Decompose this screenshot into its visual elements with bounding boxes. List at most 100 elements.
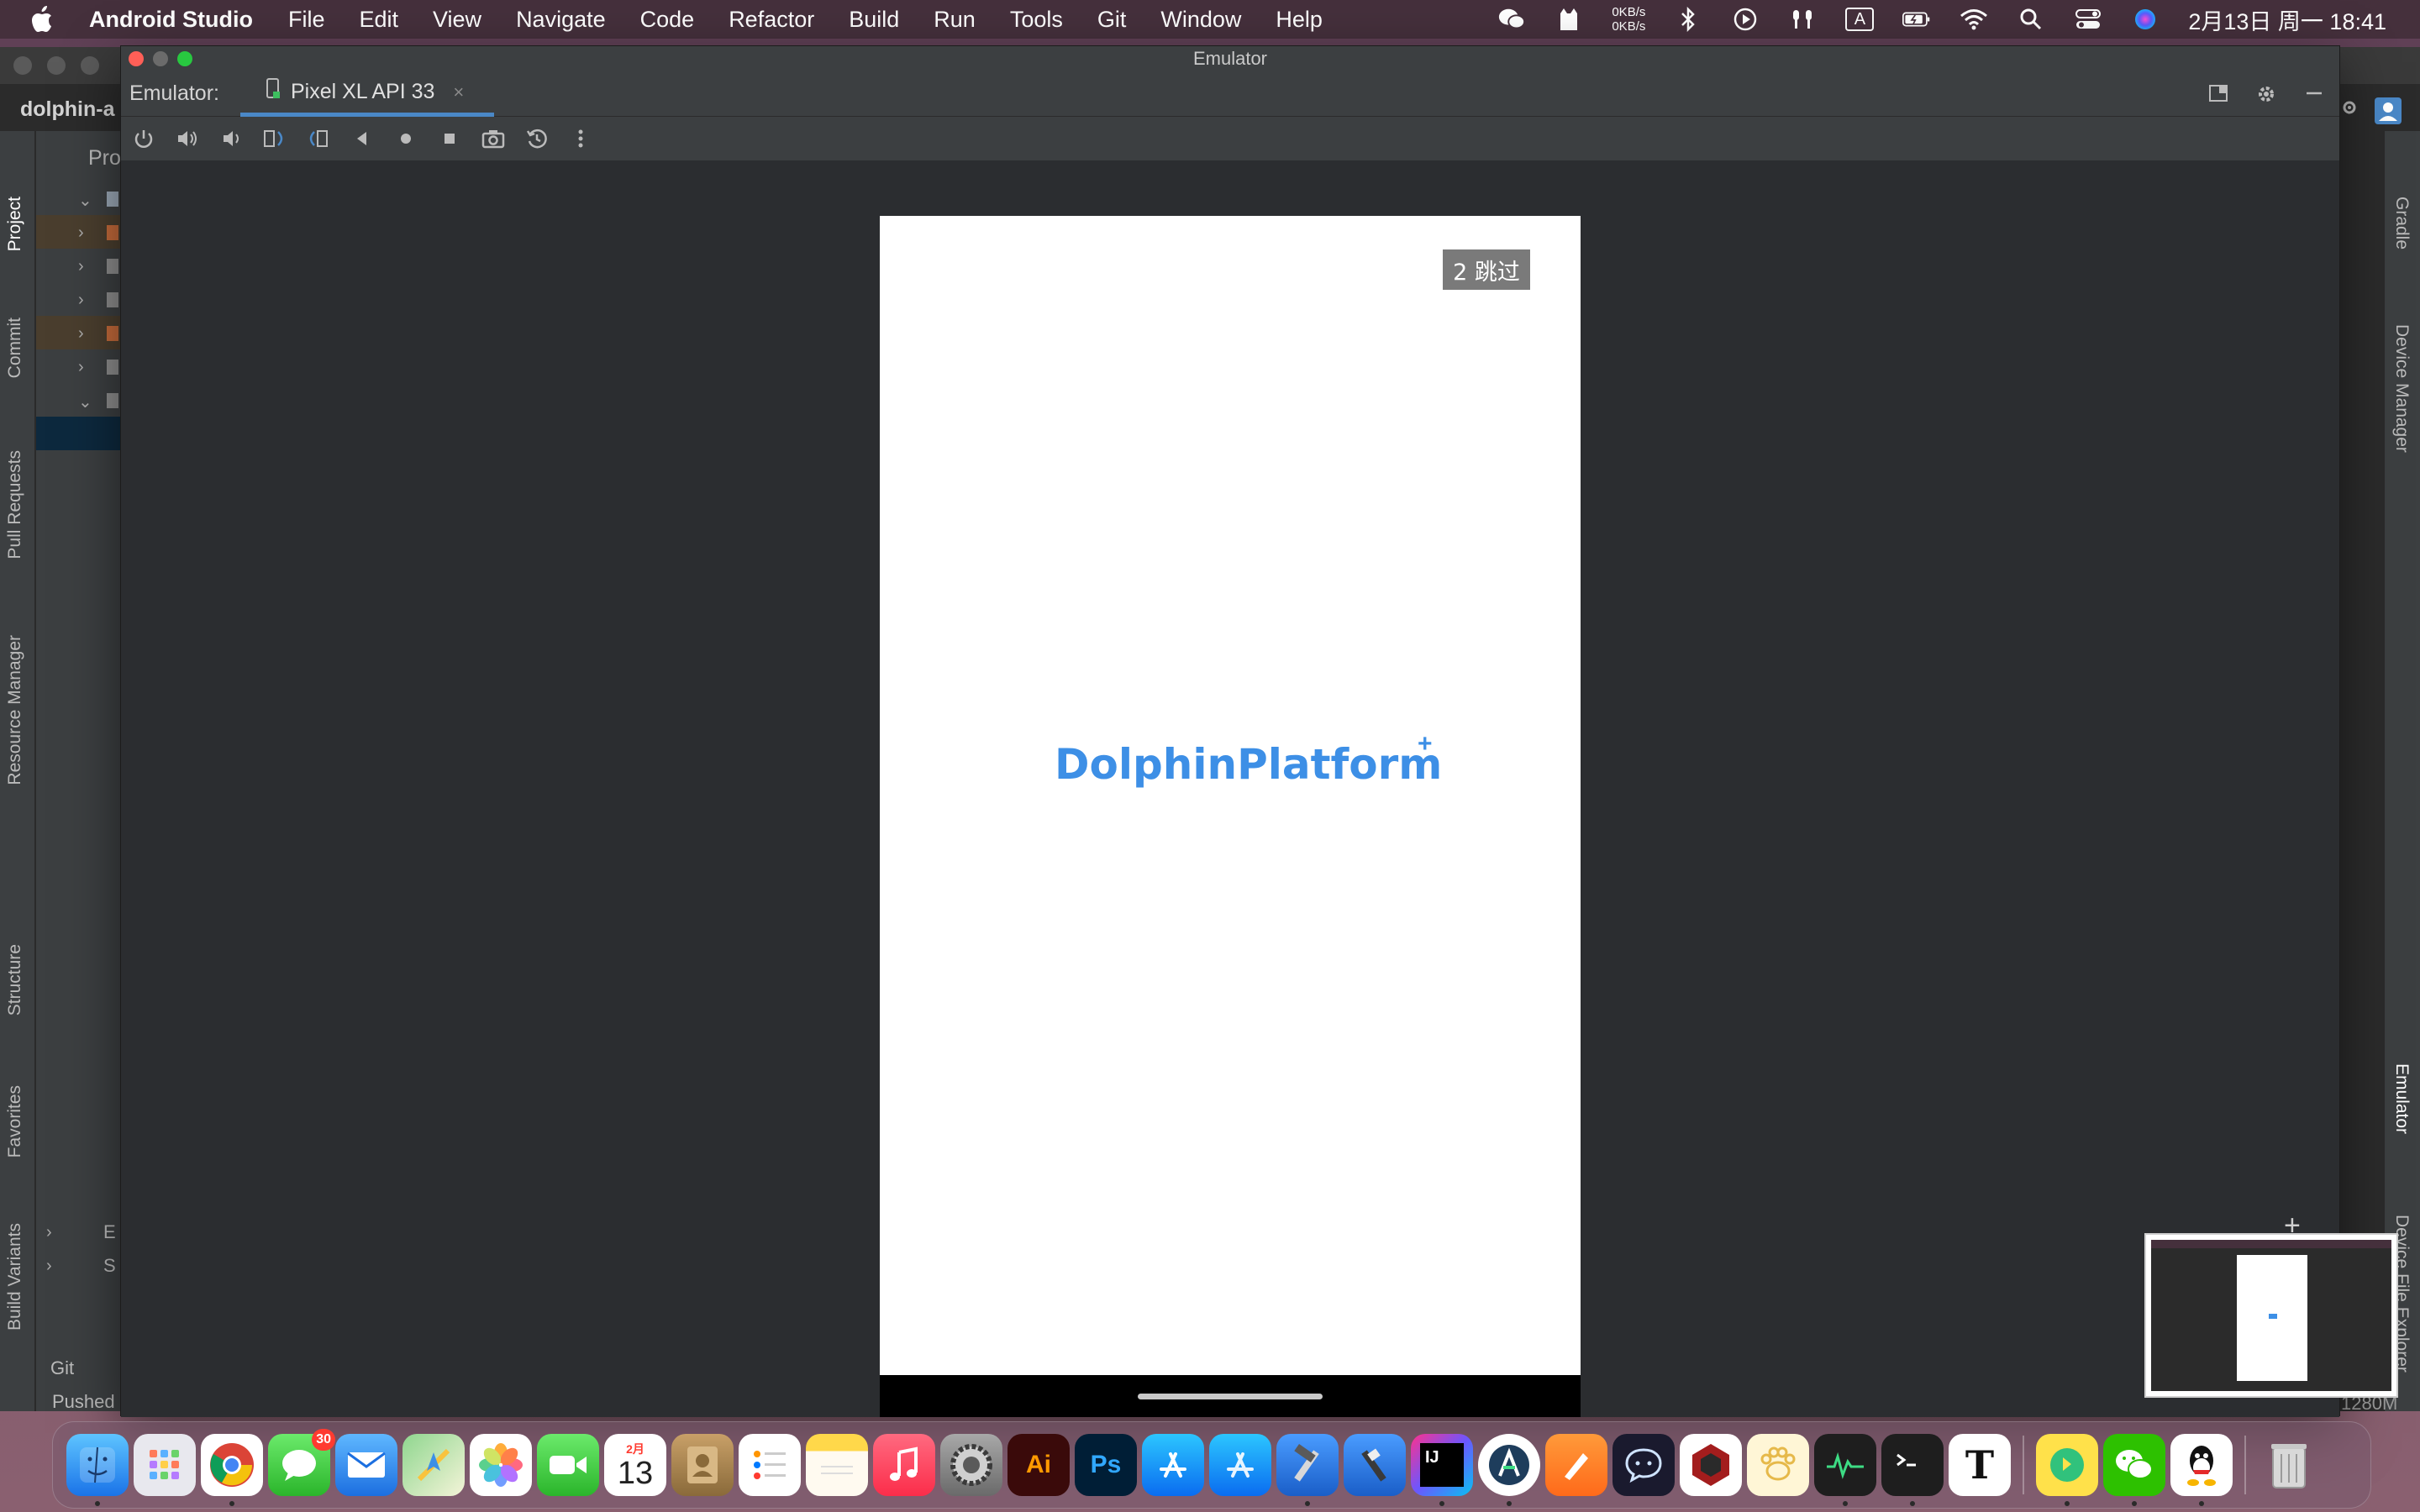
- tool-tab-device-manager[interactable]: Device Manager: [2391, 324, 2412, 453]
- cat-status-icon[interactable]: [1555, 7, 1583, 32]
- project-panel-header[interactable]: Pro: [88, 146, 121, 171]
- home-indicator[interactable]: [1138, 1394, 1323, 1399]
- git-status-tab[interactable]: Git: [50, 1357, 74, 1379]
- trash-icon[interactable]: [2258, 1434, 2320, 1496]
- contacts-icon[interactable]: [671, 1434, 734, 1496]
- tool-tab-build-variants[interactable]: Build Variants: [5, 1223, 25, 1331]
- play-circle-icon[interactable]: [1731, 7, 1760, 32]
- wechat-icon[interactable]: [2103, 1434, 2165, 1506]
- bluetooth-icon[interactable]: [1674, 7, 1702, 32]
- menu-code[interactable]: Code: [640, 7, 695, 33]
- overview-icon[interactable]: [435, 124, 464, 153]
- testflight-icon[interactable]: [1209, 1434, 1271, 1496]
- splash-skip-button[interactable]: 2 跳过: [1443, 249, 1530, 290]
- menu-build[interactable]: Build: [849, 7, 899, 33]
- activity-monitor-icon[interactable]: [1814, 1434, 1876, 1506]
- ide-close-button[interactable]: [13, 56, 32, 75]
- mail-icon[interactable]: [335, 1434, 397, 1496]
- volume-up-icon[interactable]: [173, 124, 202, 153]
- snapshot-history-icon[interactable]: [523, 124, 551, 153]
- apple-menu-icon[interactable]: [30, 5, 55, 34]
- tree-row[interactable]: ⌄: [36, 383, 120, 417]
- tree-row[interactable]: › E: [36, 1215, 120, 1248]
- back-icon[interactable]: [348, 124, 376, 153]
- tool-tab-emulator[interactable]: Emulator: [2391, 1063, 2412, 1134]
- tree-row-selected[interactable]: [36, 417, 120, 450]
- screenshot-camera-icon[interactable]: [479, 124, 508, 153]
- tool-tab-resource-manager[interactable]: Resource Manager: [5, 635, 25, 785]
- xcode-icon[interactable]: [1276, 1434, 1339, 1506]
- menu-refactor[interactable]: Refactor: [729, 7, 814, 33]
- spotlight-search-icon[interactable]: [2017, 7, 2045, 32]
- more-options-icon[interactable]: [566, 124, 595, 153]
- zoom-window-button[interactable]: [177, 51, 192, 66]
- screenshot-thumbnail-preview[interactable]: [2144, 1233, 2398, 1398]
- ide-minimize-button[interactable]: [47, 56, 66, 75]
- tool-tab-pull-requests[interactable]: Pull Requests: [5, 450, 25, 559]
- terminal-icon[interactable]: [1881, 1434, 1944, 1506]
- finder-icon[interactable]: [66, 1434, 129, 1506]
- tool-tab-gradle[interactable]: Gradle: [2391, 197, 2412, 249]
- adobe-photoshop-icon[interactable]: Ps: [1075, 1434, 1137, 1496]
- chat-bubble-app-icon[interactable]: [1612, 1434, 1675, 1496]
- home-icon[interactable]: [392, 124, 420, 153]
- android-studio-icon[interactable]: [1478, 1434, 1540, 1506]
- settings-gear-icon[interactable]: [2255, 83, 2277, 109]
- reminders-icon[interactable]: [739, 1434, 801, 1496]
- account-icon[interactable]: [2375, 97, 2402, 129]
- menu-window[interactable]: Window: [1160, 7, 1241, 33]
- siri-icon[interactable]: [2131, 7, 2160, 32]
- tree-row[interactable]: › S: [36, 1248, 120, 1282]
- minimize-window-button[interactable]: [153, 51, 168, 66]
- notes-icon[interactable]: [806, 1434, 868, 1496]
- adobe-illustrator-icon[interactable]: Ai: [1007, 1434, 1070, 1496]
- wechat-status-icon[interactable]: [1497, 7, 1526, 32]
- messages-icon[interactable]: 30: [268, 1429, 335, 1496]
- menu-git[interactable]: Git: [1097, 7, 1127, 33]
- device-screen[interactable]: 2 跳过 DolphinPlatform +: [880, 216, 1581, 1417]
- menu-tools[interactable]: Tools: [1010, 7, 1063, 33]
- close-tab-icon[interactable]: ×: [453, 81, 464, 103]
- paw-app-icon[interactable]: [1747, 1434, 1809, 1496]
- power-icon[interactable]: [129, 124, 158, 153]
- tool-tab-favorites[interactable]: Favorites: [5, 1085, 25, 1158]
- active-app-name[interactable]: Android Studio: [89, 7, 253, 33]
- tree-row[interactable]: ⌄: [36, 181, 120, 215]
- menu-edit[interactable]: Edit: [359, 7, 398, 33]
- close-window-button[interactable]: [129, 51, 144, 66]
- launchpad-icon[interactable]: [134, 1434, 196, 1496]
- battery-icon[interactable]: [1902, 7, 1931, 32]
- intellij-idea-icon[interactable]: IJ: [1411, 1434, 1473, 1506]
- maps-icon[interactable]: [402, 1434, 465, 1496]
- app-store-icon[interactable]: [1142, 1434, 1204, 1496]
- tool-tab-project[interactable]: Project: [5, 197, 25, 251]
- input-method-icon[interactable]: A: [1845, 7, 1875, 32]
- photos-icon[interactable]: [470, 1434, 532, 1496]
- rotate-right-icon[interactable]: [304, 124, 333, 153]
- hexagon-app-icon[interactable]: [1680, 1434, 1742, 1496]
- device-tab-pixel-xl[interactable]: Pixel XL API 33 ×: [240, 71, 494, 117]
- menu-file[interactable]: File: [288, 7, 325, 33]
- hide-panel-icon[interactable]: [2304, 83, 2324, 109]
- ide-zoom-button[interactable]: [81, 56, 99, 75]
- calendar-icon[interactable]: 2月 13: [604, 1434, 666, 1496]
- menu-view[interactable]: View: [433, 7, 481, 33]
- facetime-icon[interactable]: [537, 1434, 599, 1496]
- tree-row[interactable]: ›: [36, 215, 120, 249]
- menu-navigate[interactable]: Navigate: [516, 7, 606, 33]
- instruments-icon[interactable]: [1344, 1434, 1406, 1496]
- network-speed-monitor[interactable]: 0KB/s 0KB/s: [1612, 5, 1645, 34]
- tool-tab-commit[interactable]: Commit: [5, 318, 25, 378]
- menu-run[interactable]: Run: [934, 7, 976, 33]
- chrome-icon[interactable]: [201, 1434, 263, 1506]
- volume-down-icon[interactable]: [217, 124, 245, 153]
- wifi-icon[interactable]: [1960, 7, 1988, 32]
- menu-bar-clock[interactable]: 2月13日 周一 18:41: [2188, 3, 2386, 36]
- control-center-icon[interactable]: [2074, 7, 2102, 32]
- qq-icon[interactable]: [2170, 1434, 2233, 1506]
- rotate-left-icon[interactable]: [260, 124, 289, 153]
- qq-music-icon[interactable]: [2036, 1434, 2098, 1506]
- music-icon[interactable]: [873, 1434, 935, 1496]
- tree-row[interactable]: ›: [36, 316, 120, 349]
- system-preferences-icon[interactable]: [940, 1434, 1002, 1496]
